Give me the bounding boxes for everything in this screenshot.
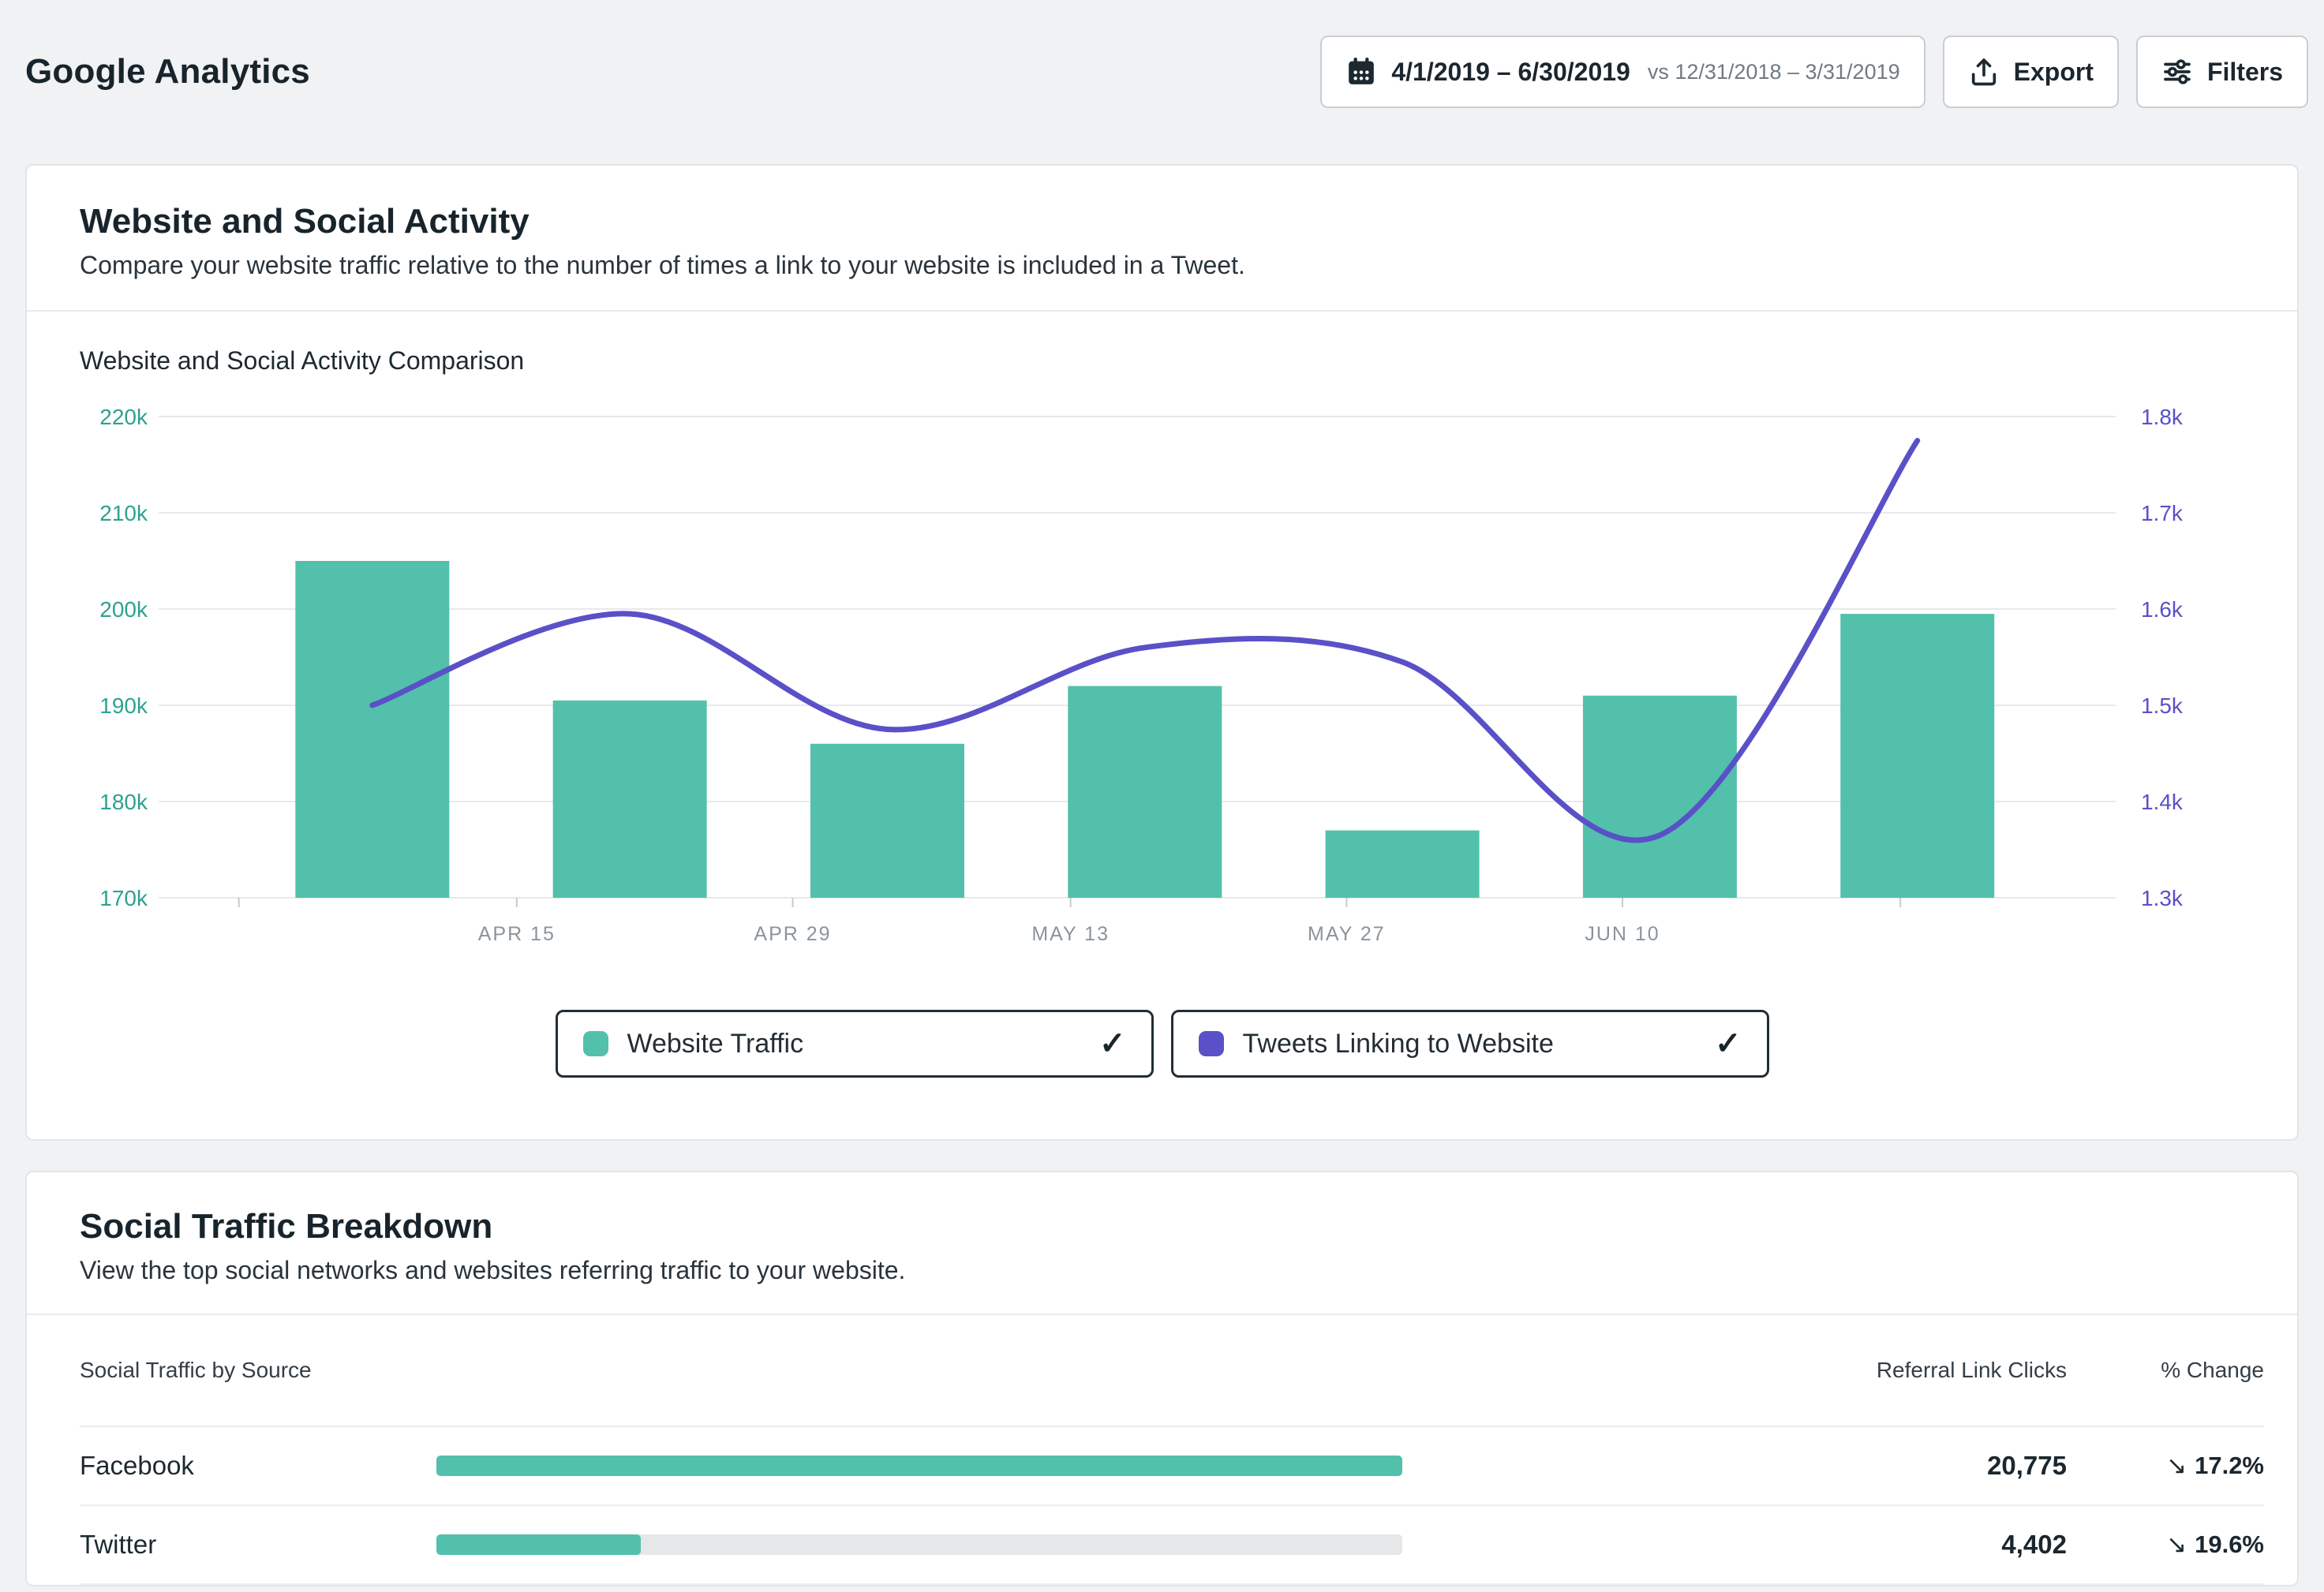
svg-text:1.8k: 1.8k xyxy=(2141,405,2184,429)
filters-button[interactable]: Filters xyxy=(2136,36,2308,108)
svg-text:220k: 220k xyxy=(99,405,148,429)
chart-title: Website and Social Activity Comparison xyxy=(80,346,2244,376)
source-label: Twitter xyxy=(80,1530,436,1560)
filters-label: Filters xyxy=(2207,58,2283,87)
legend-label: Website Traffic xyxy=(627,1029,1080,1059)
filters-icon xyxy=(2161,56,2193,88)
trend-down-icon: ↘ xyxy=(2166,1452,2187,1480)
col-header-change: % Change xyxy=(2067,1358,2264,1383)
svg-text:APR 29: APR 29 xyxy=(754,923,831,945)
website-traffic-swatch-icon xyxy=(583,1031,608,1056)
svg-text:MAY 13: MAY 13 xyxy=(1031,923,1110,945)
svg-text:170k: 170k xyxy=(99,886,148,910)
svg-text:APR 15: APR 15 xyxy=(478,923,556,945)
clicks-bar xyxy=(436,1456,1402,1476)
check-icon: ✓ xyxy=(1715,1028,1742,1059)
date-range-comparison: vs 12/31/2018 – 3/31/2019 xyxy=(1648,60,1900,84)
page-header: Google Analytics 4/1/2019 – 6/30/2019 vs… xyxy=(0,0,2324,120)
svg-text:JUN 10: JUN 10 xyxy=(1585,923,1660,945)
clicks-value: 20,775 xyxy=(1402,1451,2067,1481)
svg-text:1.4k: 1.4k xyxy=(2141,790,2184,814)
table-row-twitter: Twitter 4,402 ↘ 19.6% xyxy=(80,1506,2264,1585)
svg-text:1.5k: 1.5k xyxy=(2141,693,2184,718)
website-activity-body: Website and Social Activity Comparison 2… xyxy=(27,312,2297,1139)
clicks-value: 4,402 xyxy=(1402,1530,2067,1560)
svg-text:1.6k: 1.6k xyxy=(2141,597,2184,622)
svg-text:190k: 190k xyxy=(99,693,148,718)
table-header-row: Social Traffic by Source Referral Link C… xyxy=(80,1315,2264,1427)
clicks-bar xyxy=(436,1534,1402,1555)
change-value: 19.6% xyxy=(2195,1530,2264,1559)
check-icon: ✓ xyxy=(1099,1028,1126,1059)
svg-text:1.3k: 1.3k xyxy=(2141,886,2184,910)
change-value: 17.2% xyxy=(2195,1452,2264,1480)
social-traffic-table: Social Traffic by Source Referral Link C… xyxy=(27,1315,2297,1585)
website-activity-card: Website and Social Activity Compare your… xyxy=(25,164,2299,1141)
combo-chart: 220k 1.8k 210k 1.7k 200k 1.6k 190k 1.5k 180k 1.4k… xyxy=(80,393,2206,969)
website-activity-header: Website and Social Activity Compare your… xyxy=(27,166,2297,312)
date-range-button[interactable]: 4/1/2019 – 6/30/2019 vs 12/31/2018 – 3/3… xyxy=(1320,36,1925,108)
svg-text:200k: 200k xyxy=(99,597,148,622)
svg-text:180k: 180k xyxy=(99,790,148,814)
date-range-primary: 4/1/2019 – 6/30/2019 xyxy=(1391,58,1630,87)
svg-text:210k: 210k xyxy=(99,501,148,525)
svg-text:MAY 27: MAY 27 xyxy=(1308,923,1386,945)
change-cell: ↘ 17.2% xyxy=(2067,1452,2264,1480)
calendar-icon xyxy=(1345,56,1377,88)
chart-legend: Website Traffic ✓ Tweets Linking to Webs… xyxy=(80,1010,2244,1078)
page-title: Google Analytics xyxy=(25,52,310,92)
website-activity-title: Website and Social Activity xyxy=(80,202,2244,241)
export-label: Export xyxy=(2014,58,2094,87)
table-row-facebook: Facebook 20,775 ↘ 17.2% xyxy=(80,1427,2264,1506)
export-icon xyxy=(1968,56,2000,88)
trend-down-icon: ↘ xyxy=(2166,1530,2187,1559)
tweets-swatch-icon xyxy=(1199,1031,1224,1056)
export-button[interactable]: Export xyxy=(1943,36,2119,108)
social-breakdown-card: Social Traffic Breakdown View the top so… xyxy=(25,1171,2299,1586)
change-cell: ↘ 19.6% xyxy=(2067,1530,2264,1559)
social-breakdown-header: Social Traffic Breakdown View the top so… xyxy=(27,1172,2297,1315)
col-header-clicks: Referral Link Clicks xyxy=(1402,1358,2067,1383)
col-header-source: Social Traffic by Source xyxy=(80,1358,436,1383)
social-breakdown-subtitle: View the top social networks and website… xyxy=(80,1256,2244,1285)
website-activity-subtitle: Compare your website traffic relative to… xyxy=(80,251,2244,280)
social-breakdown-title: Social Traffic Breakdown xyxy=(80,1207,2244,1246)
legend-tweets-linking[interactable]: Tweets Linking to Website ✓ xyxy=(1171,1010,1769,1078)
header-actions: 4/1/2019 – 6/30/2019 vs 12/31/2018 – 3/3… xyxy=(1320,36,2308,108)
legend-website-traffic[interactable]: Website Traffic ✓ xyxy=(556,1010,1154,1078)
svg-text:1.7k: 1.7k xyxy=(2141,501,2184,525)
legend-label: Tweets Linking to Website xyxy=(1243,1029,1696,1059)
source-label: Facebook xyxy=(80,1451,436,1481)
